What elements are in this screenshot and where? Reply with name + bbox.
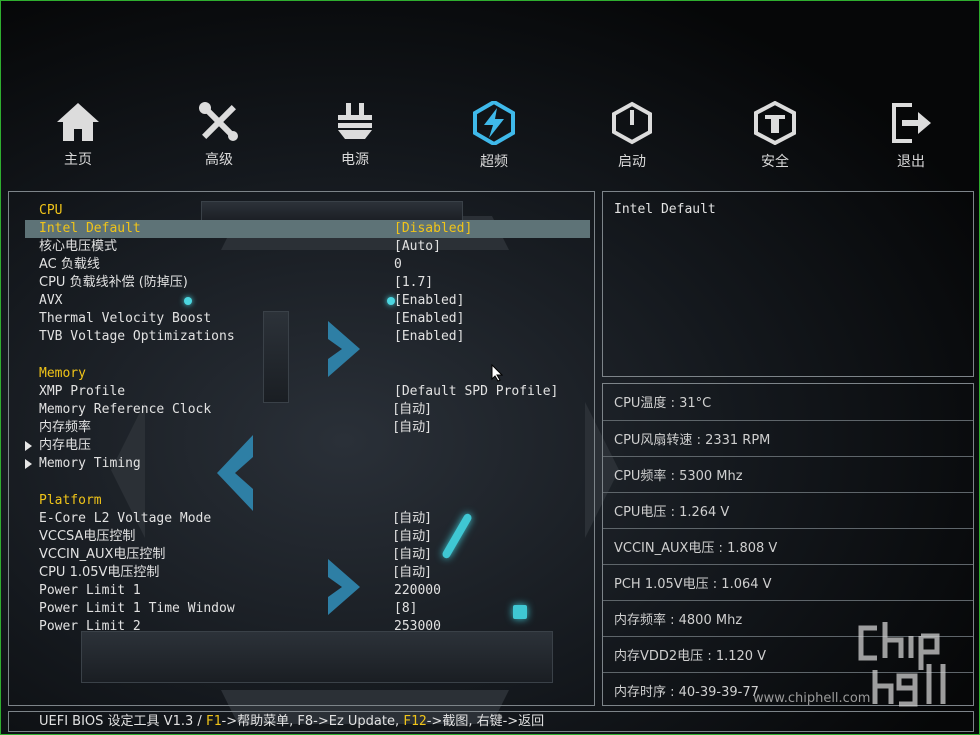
f12-help-text: ->截图, 右键->返回	[426, 714, 545, 729]
home-icon	[57, 103, 99, 141]
setting-value: [8]	[394, 601, 418, 616]
setting-row-memory-frequency[interactable]: 内存频率 [自动]	[25, 419, 590, 437]
setting-value: [自动]	[394, 402, 431, 417]
submenu-memory-voltage[interactable]: 内存电压	[25, 437, 590, 455]
setting-value: [自动]	[394, 420, 431, 435]
nav-item-home[interactable]: 主页	[33, 101, 123, 169]
setting-value: [自动]	[394, 529, 431, 544]
setting-row-ac-loadline[interactable]: AC 负载线 0	[25, 256, 590, 274]
nav-item-advanced[interactable]: 高级	[174, 101, 264, 169]
nav-item-security[interactable]: 安全	[730, 101, 820, 171]
setting-row-xmp-profile[interactable]: XMP Profile [Default SPD Profile]	[25, 383, 590, 401]
help-text: Intel Default	[614, 202, 716, 217]
setting-value: 220000	[394, 583, 441, 598]
exit-icon	[892, 103, 931, 143]
bottom-prefix: UEFI BIOS 设定工具 V1.3 /	[39, 714, 206, 729]
setting-value: 0	[394, 257, 402, 272]
setting-value: [Auto]	[394, 239, 441, 254]
setting-row-tvb-voltage[interactable]: TVB Voltage Optimizations [Enabled]	[25, 328, 590, 346]
setting-value: [自动]	[394, 547, 431, 562]
setting-value: [Default SPD Profile]	[394, 384, 559, 399]
nav-item-overclock[interactable]: 超频	[449, 101, 539, 171]
section-header-cpu: CPU	[39, 203, 63, 218]
f1-key: F1	[205, 714, 222, 729]
setting-row-ecore-l2-voltage-mode[interactable]: E-Core L2 Voltage Mode [自动]	[25, 510, 590, 528]
setting-value: [自动]	[394, 565, 431, 580]
status-cpu-temperature: CPU温度 : 31°C	[614, 396, 712, 411]
section-header-platform: Platform	[39, 493, 102, 508]
submenu-arrow-icon	[25, 459, 32, 469]
f1-help-text: ->帮助菜单, F8->Ez Update,	[221, 714, 404, 729]
nav-label: 主页	[64, 152, 92, 168]
setting-row-pl1-time-window[interactable]: Power Limit 1 Time Window [8]	[25, 600, 590, 618]
setting-row-core-voltage-mode[interactable]: 核心电压模式 [Auto]	[25, 238, 590, 256]
setting-row-power-limit-1[interactable]: Power Limit 1 220000	[25, 582, 590, 600]
status-cpu-frequency: CPU频率 : 5300 Mhz	[603, 456, 973, 492]
nav-item-boot[interactable]: 启动	[587, 101, 677, 171]
nav-label: 超频	[480, 154, 508, 170]
status-vccin-aux-voltage: VCCIN_AUX电压 : 1.808 V	[603, 528, 973, 564]
bios-screen: 主页 高级 电源 超频 启动 安全 退出 CPU Intel Default […	[0, 0, 980, 735]
setting-value: 253000	[394, 619, 441, 634]
security-shield-icon	[754, 101, 796, 145]
setting-row-vccin-aux[interactable]: VCCIN_AUX电压控制 [自动]	[25, 546, 590, 564]
setting-row-avx[interactable]: AVX [Enabled]	[25, 292, 590, 310]
bottom-help-bar: UEFI BIOS 设定工具 V1.3 / F1->帮助菜单, F8->Ez U…	[8, 711, 974, 732]
watermark-url: www.chiphell.com	[753, 691, 871, 706]
nav-label: 启动	[618, 154, 646, 170]
settings-panel: CPU Intel Default [Disabled] 核心电压模式 [Auto]…	[8, 191, 595, 706]
setting-row-intel-default[interactable]: Intel Default [Disabled]	[25, 220, 590, 238]
setting-value: [Enabled]	[394, 311, 465, 326]
setting-row-memory-ref-clock[interactable]: Memory Reference Clock [自动]	[25, 401, 590, 419]
mouse-cursor-icon	[491, 364, 503, 382]
power-plug-icon	[338, 103, 372, 139]
setting-row-tvb[interactable]: Thermal Velocity Boost [Enabled]	[25, 310, 590, 328]
nav-label: 退出	[897, 154, 925, 170]
setting-value: [1.7]	[394, 275, 434, 290]
nav-item-power[interactable]: 电源	[310, 101, 400, 169]
status-cpu-voltage: CPU电压 : 1.264 V	[603, 492, 973, 528]
submenu-memory-timing[interactable]: Memory Timing	[25, 455, 590, 473]
tools-icon	[199, 102, 238, 141]
f12-key: F12	[403, 714, 427, 729]
setting-row-vccsa[interactable]: VCCSA电压控制 [自动]	[25, 528, 590, 546]
setting-row-cpu-llc[interactable]: CPU 负载线补偿 (防掉压) [1.7]	[25, 274, 590, 292]
overclock-bolt-icon	[473, 101, 515, 145]
nav-label: 安全	[761, 154, 789, 170]
setting-value: [Enabled]	[394, 293, 465, 308]
nav-item-exit[interactable]: 退出	[866, 101, 956, 171]
setting-value: [自动]	[394, 511, 431, 526]
power-button-icon	[612, 101, 652, 145]
nav-label: 电源	[341, 152, 369, 168]
status-cpu-fan-speed: CPU风扇转速 : 2331 RPM	[603, 420, 973, 456]
help-panel: Intel Default	[602, 191, 974, 377]
setting-value: [Enabled]	[394, 329, 465, 344]
setting-value: [Disabled]	[394, 221, 473, 236]
section-header-memory: Memory	[39, 366, 86, 381]
submenu-arrow-icon	[25, 441, 32, 451]
setting-row-power-limit-2[interactable]: Power Limit 2 253000	[25, 618, 590, 636]
status-pch-voltage: PCH 1.05V电压 : 1.064 V	[603, 564, 973, 600]
setting-row-cpu-105v[interactable]: CPU 1.05V电压控制 [自动]	[25, 564, 590, 582]
top-navigation: 主页 高级 电源 超频 启动 安全 退出	[1, 101, 979, 181]
nav-label: 高级	[205, 152, 233, 168]
